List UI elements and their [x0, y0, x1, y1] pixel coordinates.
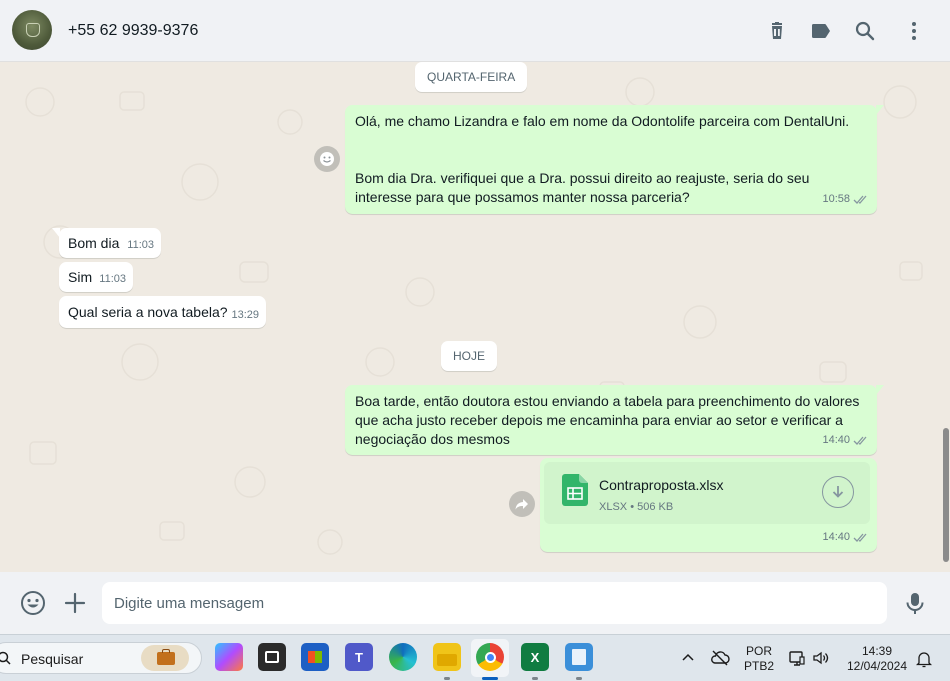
message-text: Boa tarde, então doutora estou enviando …: [355, 393, 860, 447]
message-time: 14:40: [822, 531, 850, 543]
search-icon: [0, 651, 11, 665]
keyboard-layout: PTB2: [744, 659, 775, 673]
bubble-tail: [876, 105, 884, 115]
plus-icon[interactable]: [62, 590, 88, 616]
chat-header: +55 62 9939-9376: [0, 0, 950, 62]
forward-icon[interactable]: [509, 491, 535, 517]
chevron-up-icon[interactable]: [681, 652, 695, 662]
message-text: Olá, me chamo Lizandra e falo em nome da…: [355, 113, 850, 129]
edge-icon[interactable]: [389, 643, 417, 671]
search-icon[interactable]: [853, 19, 877, 43]
file-name: Contraproposta.xlsx: [599, 477, 724, 493]
file-info: XLSX • 506 KB: [599, 498, 673, 517]
download-icon: [832, 486, 844, 498]
emoji-icon[interactable]: [20, 590, 46, 616]
download-button[interactable]: [822, 476, 854, 508]
clock-date: 12/04/2024: [846, 659, 908, 673]
copilot-icon[interactable]: [215, 643, 243, 671]
compose-bar: [0, 572, 950, 634]
file-attachment[interactable]: Contraproposta.xlsx XLSX • 506 KB: [544, 462, 870, 524]
incoming-message[interactable]: Sim 11:03: [59, 262, 133, 292]
date-separator: QUARTA-FEIRA: [415, 62, 528, 92]
microphone-icon[interactable]: [902, 590, 928, 616]
message-meta: 10:58: [822, 190, 869, 209]
clock-time: 14:39: [861, 644, 893, 658]
incoming-message[interactable]: Qual seria a nova tabela? 13:29: [59, 296, 266, 328]
outgoing-message[interactable]: Boa tarde, então doutora estou enviando …: [345, 385, 884, 455]
running-indicator: [576, 677, 582, 680]
scrollbar[interactable]: [942, 62, 950, 572]
message-text: Bom dia: [68, 235, 120, 251]
volume-icon[interactable]: [812, 649, 830, 667]
task-view-icon[interactable]: [258, 643, 286, 671]
message-text: Bom dia Dra. verifiquei que a Dra. possu…: [355, 170, 810, 205]
input-language[interactable]: POR PTB2: [744, 644, 774, 674]
incoming-message[interactable]: Bom dia 11:03: [52, 228, 161, 258]
emoji-react-icon[interactable]: [314, 146, 340, 172]
taskbar-search[interactable]: Pesquisar: [0, 642, 202, 674]
message-time: 10:58: [822, 193, 850, 205]
language-code: POR: [745, 644, 772, 658]
chrome-icon[interactable]: [476, 643, 504, 671]
file-type: XLSX: [599, 501, 628, 513]
active-indicator: [482, 677, 498, 680]
scrollbar-thumb[interactable]: [943, 428, 949, 562]
message-meta: 14:40: [822, 528, 869, 547]
notepad-icon[interactable]: [565, 643, 593, 671]
message-time: 13:29: [231, 309, 259, 321]
spreadsheet-file-icon: [562, 474, 588, 506]
contact-avatar[interactable]: [12, 10, 52, 50]
running-indicator: [444, 677, 450, 680]
system-clock[interactable]: 14:39 12/04/2024: [842, 644, 912, 674]
message-meta: 14:40: [822, 431, 869, 450]
label-icon[interactable]: [809, 19, 833, 43]
message-list[interactable]: QUARTA-FEIRA Olá, me chamo Lizandra e fa…: [0, 62, 950, 572]
message-input[interactable]: [102, 582, 887, 624]
windows-taskbar: Pesquisar T X POR PTB2 14:39 12/04/2024: [0, 634, 950, 681]
network-icon[interactable]: [788, 649, 806, 667]
taskbar-search-label: Pesquisar: [21, 651, 84, 667]
bubble-tail: [876, 385, 884, 395]
file-info-separator: •: [630, 501, 635, 513]
notification-bell-icon[interactable]: [916, 650, 932, 668]
message-text: Sim: [68, 269, 93, 285]
message-time: 11:03: [99, 273, 126, 285]
read-ticks-icon: [853, 195, 867, 204]
teams-icon[interactable]: T: [345, 643, 373, 671]
briefcase-icon: [141, 645, 189, 671]
file-explorer-icon[interactable]: [433, 643, 461, 671]
read-ticks-icon: [853, 533, 867, 542]
outgoing-message[interactable]: Olá, me chamo Lizandra e falo em nome da…: [345, 105, 884, 214]
message-time: 14:40: [822, 434, 850, 446]
excel-icon[interactable]: X: [521, 643, 549, 671]
date-separator: HOJE: [441, 341, 498, 371]
bubble-tail: [52, 228, 60, 238]
read-ticks-icon: [853, 436, 867, 445]
cloud-offline-icon[interactable]: [710, 649, 730, 667]
message-text: Qual seria a nova tabela?: [68, 304, 228, 320]
menu-icon[interactable]: [902, 19, 926, 43]
message-time: 11:03: [127, 239, 154, 251]
delete-icon[interactable]: [765, 19, 789, 43]
contact-name[interactable]: +55 62 9939-9376: [68, 22, 198, 40]
store-icon[interactable]: [301, 643, 329, 671]
running-indicator: [532, 677, 538, 680]
file-size: 506 KB: [637, 501, 674, 513]
file-message[interactable]: Contraproposta.xlsx XLSX • 506 KB 14:40: [540, 458, 877, 552]
